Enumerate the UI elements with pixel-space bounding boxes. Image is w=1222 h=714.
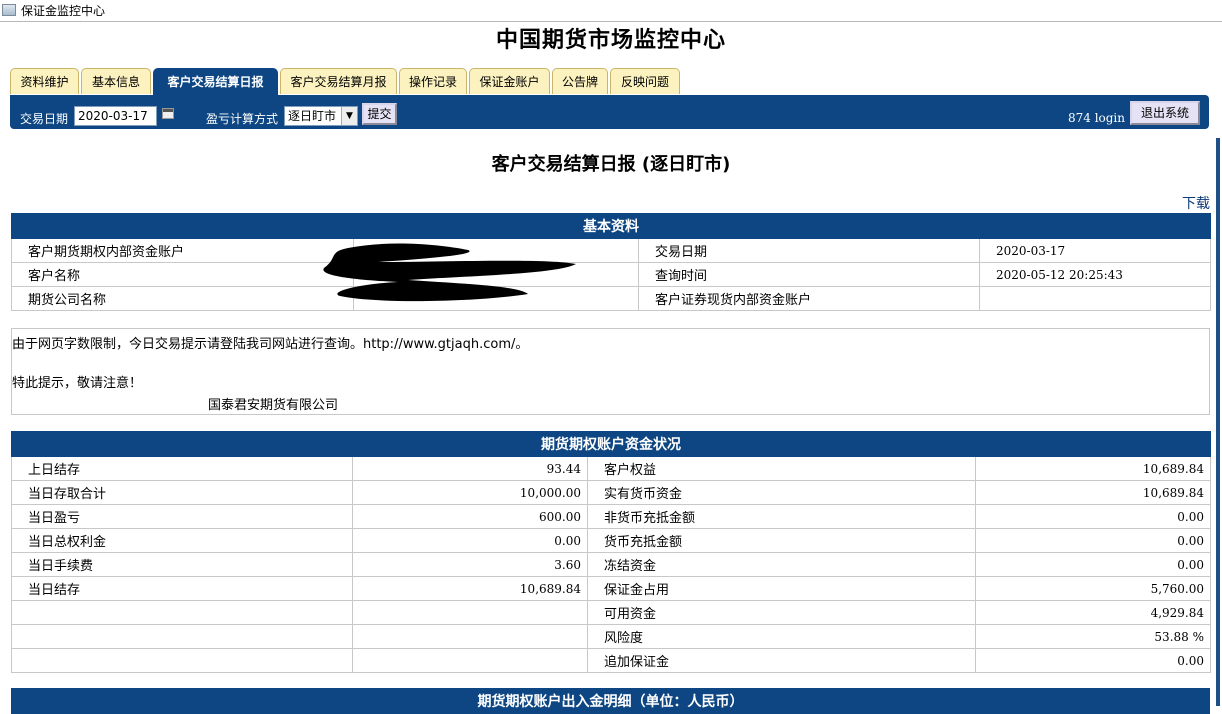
field-value: 10,689.84 [975, 480, 1211, 505]
table-row: 风险度 53.88 % [11, 624, 1211, 649]
tab-feedback[interactable]: 反映问题 [610, 68, 680, 94]
field-label [11, 600, 353, 625]
deposits-header: 期货期权账户出入金明细（单位：人民币） [11, 688, 1210, 714]
field-label: 保证金占用 [587, 576, 976, 601]
field-value [352, 600, 588, 625]
chevron-down-icon: ▼ [341, 107, 357, 125]
tab-operation-log[interactable]: 操作记录 [399, 68, 467, 94]
field-label: 冻结资金 [587, 552, 976, 577]
field-label: 期货公司名称 [11, 286, 354, 311]
field-label: 当日总权利金 [11, 528, 353, 553]
field-label: 非货币充抵金额 [587, 504, 976, 529]
basic-info-table: 基本资料 客户期货期权内部资金账户 交易日期 2020-03-17 客户名称 查… [11, 213, 1211, 311]
table-row: 可用资金 4,929.84 [11, 600, 1211, 625]
field-label [11, 624, 353, 649]
field-value: 0.00 [975, 504, 1211, 529]
field-label: 客户权益 [587, 456, 976, 481]
field-label: 可用资金 [587, 600, 976, 625]
field-value: 2020-05-12 20:25:43 [979, 262, 1211, 287]
pnl-method-label: 盈亏计算方式 [206, 112, 279, 126]
pnl-method-select[interactable]: 逐日盯市 ▼ [284, 106, 358, 126]
table-row: 当日盈亏 600.00 非货币充抵金额 0.00 [11, 504, 1211, 529]
field-value: 5,760.00 [975, 576, 1211, 601]
table-row: 上日结存 93.44 客户权益 10,689.84 [11, 456, 1211, 481]
field-value [352, 624, 588, 649]
logout-button[interactable]: 退出系统 [1130, 101, 1200, 125]
field-value: 53.88 % [975, 624, 1211, 649]
table-row: 当日结存 10,689.84 保证金占用 5,760.00 [11, 576, 1211, 601]
field-label: 追加保证金 [587, 648, 976, 673]
field-value [352, 648, 588, 673]
page-title: 中国期货市场监控中心 [495, 27, 726, 53]
login-status: 874 login [1067, 111, 1125, 125]
table-row: 客户名称 查询时间 2020-05-12 20:25:43 [11, 262, 1211, 287]
funds-header: 期货期权账户资金状况 [11, 431, 1211, 457]
field-value: 10,000.00 [352, 480, 588, 505]
table-row: 当日手续费 3.60 冻结资金 0.00 [11, 552, 1211, 577]
window-title-bar: 保证金监控中心 [0, 0, 1222, 22]
table-row: 当日总权利金 0.00 货币充抵金额 0.00 [11, 528, 1211, 553]
basic-info-header: 基本资料 [11, 213, 1211, 239]
field-value: 10,689.84 [975, 456, 1211, 481]
trade-date-input[interactable] [74, 106, 157, 126]
table-row: 客户期货期权内部资金账户 交易日期 2020-03-17 [11, 238, 1211, 263]
trade-date-label: 交易日期 [20, 112, 69, 126]
field-label: 当日盈亏 [11, 504, 353, 529]
download-link[interactable]: 下载 [1182, 193, 1210, 213]
field-label: 客户名称 [11, 262, 354, 287]
field-value: 10,689.84 [352, 576, 588, 601]
field-label: 客户期货期权内部资金账户 [11, 238, 354, 263]
field-value: 0.00 [975, 648, 1211, 673]
table-row: 当日存取合计 10,000.00 实有货币资金 10,689.84 [11, 480, 1211, 505]
app-window-icon [2, 4, 16, 16]
field-label: 货币充抵金额 [587, 528, 976, 553]
field-value: 3.60 [352, 552, 588, 577]
field-label [11, 648, 353, 673]
calendar-icon[interactable] [162, 108, 174, 119]
window-title: 保证金监控中心 [21, 4, 106, 18]
deposits-table: 期货期权账户出入金明细（单位：人民币） [11, 688, 1210, 714]
field-value: 4,929.84 [975, 600, 1211, 625]
report-title: 客户交易结算日报 (逐日盯市) [491, 154, 731, 175]
tab-margin-account[interactable]: 保证金账户 [469, 68, 550, 94]
scrollbar[interactable] [1216, 138, 1220, 706]
field-value [979, 286, 1211, 311]
field-label: 风险度 [587, 624, 976, 649]
notice-line: 由于网页字数限制，今日交易提示请登陆我司网站进行查询。http://www.gt… [12, 337, 529, 352]
field-value: 0.00 [352, 528, 588, 553]
field-value: 93.44 [352, 456, 588, 481]
field-label: 客户证券现货内部资金账户 [638, 286, 980, 311]
submit-button[interactable]: 提交 [362, 103, 397, 125]
notice-box: 由于网页字数限制，今日交易提示请登陆我司网站进行查询。http://www.gt… [11, 328, 1210, 415]
redaction-mark [323, 243, 576, 302]
field-value: 2020-03-17 [979, 238, 1211, 263]
field-label: 查询时间 [638, 262, 980, 287]
pnl-method-value: 逐日盯市 [288, 109, 337, 123]
field-value: 0.00 [975, 552, 1211, 577]
field-label: 上日结存 [11, 456, 353, 481]
notice-line: 特此提示，敬请注意！ [12, 376, 143, 391]
tab-basic-info[interactable]: 基本信息 [81, 68, 151, 94]
field-label: 当日结存 [11, 576, 353, 601]
tab-daily-settlement[interactable]: 客户交易结算日报 [153, 68, 278, 96]
query-toolbar: 交易日期 盈亏计算方式 逐日盯市 ▼ 提交 874 login 退出系统 [10, 95, 1209, 129]
field-value: 600.00 [352, 504, 588, 529]
table-row: 期货公司名称 客户证券现货内部资金账户 [11, 286, 1211, 311]
field-label: 当日手续费 [11, 552, 353, 577]
tab-monthly-settlement[interactable]: 客户交易结算月报 [280, 68, 397, 94]
tab-bulletin[interactable]: 公告牌 [552, 68, 608, 94]
field-label: 交易日期 [638, 238, 980, 263]
tab-data-maintenance[interactable]: 资料维护 [10, 68, 79, 94]
notice-signature: 国泰君安期货有限公司 [208, 398, 339, 413]
table-row: 追加保证金 0.00 [11, 648, 1211, 673]
field-value: 0.00 [975, 528, 1211, 553]
funds-table: 期货期权账户资金状况 上日结存 93.44 客户权益 10,689.84 当日存… [11, 431, 1211, 673]
field-label: 当日存取合计 [11, 480, 353, 505]
field-label: 实有货币资金 [587, 480, 976, 505]
